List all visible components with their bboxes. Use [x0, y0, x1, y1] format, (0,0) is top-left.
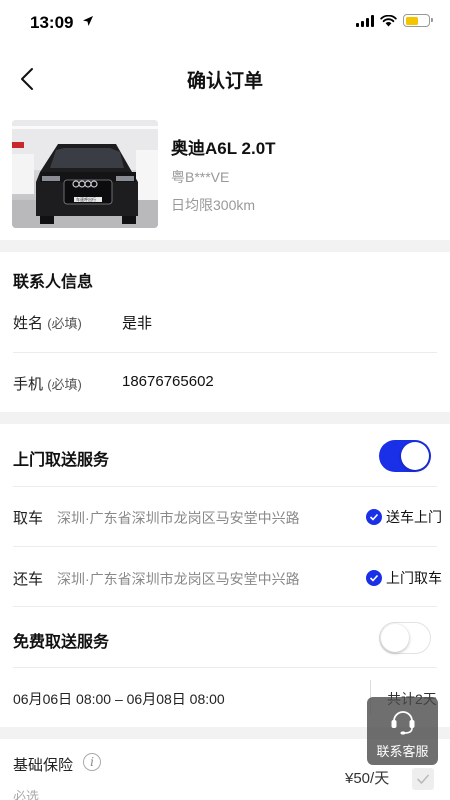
location-arrow-icon [83, 16, 93, 26]
car-plate: 粤B***VE [171, 169, 230, 185]
pickup-delivery-option[interactable]: 送车上门 [366, 507, 442, 527]
return-address[interactable]: 深圳·广东省深圳市龙岗区马安堂中兴路 [57, 569, 300, 589]
free-service-title: 免费取送服务 [13, 634, 110, 651]
name-required-hint: (必填) [47, 316, 82, 331]
contact-section-title: 联系人信息 [13, 274, 94, 291]
nav-bar: 确认订单 [0, 48, 450, 108]
phone-field-label: 手机 (必填) [13, 373, 82, 394]
phone-required-hint: (必填) [47, 377, 82, 392]
wifi-icon [380, 14, 397, 26]
checkmark-icon [416, 774, 430, 785]
divider [13, 606, 437, 607]
section-gap [0, 412, 450, 424]
return-option-label: 上门取车 [386, 570, 442, 586]
car-image: 车速呼出行 [12, 120, 158, 228]
divider [13, 667, 437, 668]
pickup-option-label: 送车上门 [386, 509, 442, 525]
customer-service-button[interactable]: 联系客服 [367, 697, 438, 765]
car-card: 车速呼出行 奥迪A6L 2.0T 粤B***VE 日均限300km [0, 108, 450, 240]
return-pickup-option[interactable]: 上门取车 [366, 568, 442, 588]
status-icons [356, 14, 433, 27]
battery-icon [403, 14, 433, 27]
free-service-toggle[interactable] [379, 622, 431, 654]
phone-label: 手机 [13, 376, 44, 393]
car-name: 奥迪A6L 2.0T [171, 139, 276, 158]
section-gap [0, 240, 450, 252]
delivery-service-toggle[interactable] [379, 440, 431, 472]
rental-date-range[interactable]: 06月06日 08:00 – 06月08日 08:00 [13, 689, 225, 709]
status-bar: 13:09 [0, 0, 450, 48]
insurance-price: ¥50/天 [345, 770, 390, 787]
delivery-section-title: 上门取送服务 [13, 452, 110, 469]
name-field[interactable]: 是非 [122, 312, 152, 333]
checkmark-icon [366, 570, 382, 586]
insurance-title: 基础保险 [13, 757, 74, 774]
status-time: 13:09 [30, 13, 74, 32]
pickup-address[interactable]: 深圳·广东省深圳市龙岗区马安堂中兴路 [57, 508, 300, 528]
photo-plate-text: 车速呼出行 [76, 196, 96, 202]
page-title: 确认订单 [186, 71, 263, 92]
phone-field[interactable]: 18676765602 [122, 373, 214, 390]
pickup-label: 取车 [13, 510, 44, 527]
return-label: 还车 [13, 571, 44, 588]
divider [13, 546, 437, 547]
checkmark-icon [366, 509, 382, 525]
info-icon[interactable]: i [83, 753, 101, 771]
headset-icon [391, 711, 415, 735]
signal-icon [356, 14, 374, 27]
car-mileage-limit: 日均限300km [171, 197, 256, 213]
insurance-checkbox[interactable] [412, 768, 434, 790]
name-field-label: 姓名 (必填) [13, 312, 82, 333]
divider [13, 486, 437, 487]
divider [13, 352, 437, 353]
insurance-required: 必选 [13, 789, 40, 800]
car-photo: 车速呼出行 [12, 120, 158, 228]
name-label: 姓名 [13, 315, 44, 332]
customer-service-label: 联系客服 [376, 744, 429, 759]
